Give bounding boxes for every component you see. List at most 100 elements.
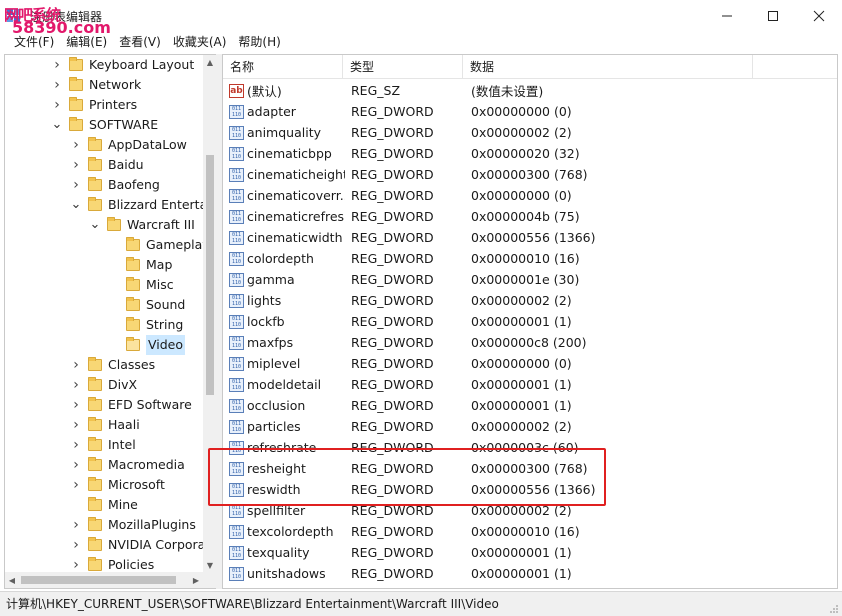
close-button[interactable] xyxy=(796,0,842,32)
value-row[interactable]: ab (默认) REG_SZ (数值未设置) xyxy=(223,80,837,101)
key-tree[interactable]: › Keyboard Layout › Network › Printers ⌄ SOFTWA… xyxy=(4,54,216,589)
chevron-right-icon[interactable]: › xyxy=(51,95,63,115)
tree-item-label: Baofeng xyxy=(108,177,160,192)
tree-item[interactable]: Map xyxy=(108,255,172,275)
value-row[interactable]: 011 110 cinematicheight REG_DWORD 0x00000300… xyxy=(223,164,837,185)
values-list[interactable]: 名称 类型 数据 ab (默认) REG_SZ (数值未设置) 011 110 adapte… xyxy=(222,54,838,589)
scroll-left-icon[interactable]: ◀ xyxy=(5,572,19,588)
tree-item[interactable]: › EFD Software xyxy=(70,395,192,415)
chevron-right-icon[interactable]: › xyxy=(70,515,82,535)
tree-item[interactable]: Gameplay xyxy=(108,235,210,255)
binary-value-icon: 011 110 xyxy=(229,314,244,329)
tree-item[interactable]: Mine xyxy=(70,495,138,515)
value-row[interactable]: 011 110 texquality REG_DWORD 0x00000001 (1) xyxy=(223,542,837,563)
tree-item[interactable]: Video xyxy=(108,335,186,355)
value-row[interactable]: 011 110 lockfb REG_DWORD 0x00000001 (1) xyxy=(223,311,837,332)
tree-item[interactable]: › Microsoft xyxy=(70,475,165,495)
value-row[interactable]: 011 110 modeldetail REG_DWORD 0x00000001 (1) xyxy=(223,374,837,395)
value-row[interactable]: 011 110 reswidth REG_DWORD 0x00000556 (1366) xyxy=(223,479,837,500)
tree-item[interactable]: › Baofeng xyxy=(70,175,160,195)
chevron-right-icon[interactable]: › xyxy=(70,435,82,455)
column-header-data[interactable]: 数据 xyxy=(463,55,753,79)
tree-item[interactable]: › Classes xyxy=(70,355,155,375)
binary-value-icon: 011 110 xyxy=(229,524,244,539)
value-row[interactable]: 011 110 spellfilter REG_DWORD 0x00000002 (2) xyxy=(223,500,837,521)
tree-item[interactable]: › Intel xyxy=(70,435,136,455)
value-row[interactable]: 011 110 miplevel REG_DWORD 0x00000000 (0) xyxy=(223,353,837,374)
tree-horizontal-scrollbar[interactable]: ◀ ▶ xyxy=(5,572,203,588)
menu-favorites[interactable]: 收藏夹(A) xyxy=(167,32,233,52)
value-row[interactable]: 011 110 occlusion REG_DWORD 0x00000001 (1) xyxy=(223,395,837,416)
scroll-up-icon[interactable]: ▲ xyxy=(203,55,216,69)
chevron-right-icon[interactable]: › xyxy=(70,415,82,435)
column-header-name[interactable]: 名称 xyxy=(223,55,343,79)
title-bar[interactable]: 注册表编辑器 网吧系统 58390.com xyxy=(0,0,842,37)
chevron-right-icon[interactable]: › xyxy=(70,155,82,175)
menu-help[interactable]: 帮助(H) xyxy=(232,32,286,52)
tree-horizontal-scroll-thumb[interactable] xyxy=(21,576,176,584)
tree-vertical-scroll-thumb[interactable] xyxy=(206,155,214,395)
value-row[interactable]: 011 110 lights REG_DWORD 0x00000002 (2) xyxy=(223,290,837,311)
value-row[interactable]: 011 110 texcolordepth REG_DWORD 0x00000010 (… xyxy=(223,521,837,542)
value-row[interactable]: 011 110 cinematicoverr... REG_DWORD 0x000000… xyxy=(223,185,837,206)
value-row[interactable]: 011 110 resheight REG_DWORD 0x00000300 (768) xyxy=(223,458,837,479)
chevron-down-icon[interactable]: ⌄ xyxy=(70,195,82,215)
menu-file[interactable]: 文件(F) xyxy=(8,32,60,52)
folder-icon xyxy=(88,437,102,451)
value-row[interactable]: 011 110 cinematicbpp REG_DWORD 0x00000020 (3… xyxy=(223,143,837,164)
value-row[interactable]: 011 110 maxfps REG_DWORD 0x000000c8 (200) xyxy=(223,332,837,353)
tree-item[interactable]: › Haali xyxy=(70,415,140,435)
chevron-right-icon[interactable]: › xyxy=(70,135,82,155)
tree-vertical-scrollbar[interactable]: ▲ ▼ xyxy=(203,55,216,572)
tree-item-label: Classes xyxy=(108,357,156,372)
chevron-right-icon[interactable]: › xyxy=(70,455,82,475)
scroll-down-icon[interactable]: ▼ xyxy=(203,558,216,572)
minimize-button[interactable] xyxy=(704,0,750,32)
value-name: cinematicrefresh xyxy=(247,209,345,224)
resize-grip-icon[interactable] xyxy=(829,604,839,614)
tree-item[interactable]: › Baidu xyxy=(70,155,144,175)
tree-item[interactable]: Misc xyxy=(108,275,174,295)
value-row[interactable]: 011 110 adapter REG_DWORD 0x00000000 (0) xyxy=(223,101,837,122)
chevron-right-icon[interactable]: › xyxy=(70,395,82,415)
tree-item[interactable]: › Macromedia xyxy=(70,455,185,475)
value-row[interactable]: 011 110 colordepth REG_DWORD 0x00000010 (16) xyxy=(223,248,837,269)
tree-item[interactable]: › Network xyxy=(51,75,141,95)
value-row[interactable]: 011 110 cinematicrefresh REG_DWORD 0x0000004… xyxy=(223,206,837,227)
chevron-right-icon[interactable]: › xyxy=(51,55,63,75)
chevron-down-icon[interactable]: ⌄ xyxy=(51,115,63,135)
scroll-right-icon[interactable]: ▶ xyxy=(189,572,203,588)
tree-item[interactable]: Sound xyxy=(108,295,185,315)
chevron-right-icon[interactable]: › xyxy=(51,75,63,95)
tree-item[interactable]: ⌄ Warcraft III xyxy=(89,215,195,235)
value-name: cinematicoverr... xyxy=(247,188,345,203)
chevron-right-icon[interactable]: › xyxy=(70,175,82,195)
value-row[interactable]: 011 110 gamma REG_DWORD 0x0000001e (30) xyxy=(223,269,837,290)
chevron-down-icon[interactable]: ⌄ xyxy=(89,215,101,235)
binary-value-icon: 011 110 xyxy=(229,272,244,287)
tree-item[interactable]: String xyxy=(108,315,183,335)
tree-item[interactable]: ⌄ Blizzard Entertai xyxy=(70,195,211,215)
chevron-right-icon[interactable]: › xyxy=(70,475,82,495)
chevron-right-icon[interactable]: › xyxy=(70,355,82,375)
maximize-button[interactable] xyxy=(750,0,796,32)
tree-item[interactable]: › Printers xyxy=(51,95,137,115)
chevron-right-icon[interactable]: › xyxy=(70,375,82,395)
tree-item[interactable]: › DivX xyxy=(70,375,137,395)
tree-item[interactable]: ⌄ SOFTWARE xyxy=(51,115,158,135)
tree-item[interactable]: › NVIDIA Corpora xyxy=(70,535,205,555)
tree-item[interactable]: › Keyboard Layout xyxy=(51,55,194,75)
value-data: 0x00000300 (768) xyxy=(471,167,588,182)
tree-item[interactable]: › AppDataLow xyxy=(70,135,187,155)
tree-item[interactable]: › MozillaPlugins xyxy=(70,515,196,535)
menu-edit[interactable]: 编辑(E) xyxy=(60,32,113,52)
value-row[interactable]: 011 110 refreshrate REG_DWORD 0x0000003c (60… xyxy=(223,437,837,458)
value-row[interactable]: 011 110 animquality REG_DWORD 0x00000002 (2) xyxy=(223,122,837,143)
value-row[interactable]: 011 110 cinematicwidth REG_DWORD 0x00000556 … xyxy=(223,227,837,248)
chevron-right-icon[interactable]: › xyxy=(70,535,82,555)
column-header-type[interactable]: 类型 xyxy=(343,55,463,79)
menu-view[interactable]: 查看(V) xyxy=(113,32,167,52)
value-row[interactable]: 011 110 particles REG_DWORD 0x00000002 (2) xyxy=(223,416,837,437)
value-data: 0x000000c8 (200) xyxy=(471,335,587,350)
value-row[interactable]: 011 110 unitshadows REG_DWORD 0x00000001 (1) xyxy=(223,563,837,584)
